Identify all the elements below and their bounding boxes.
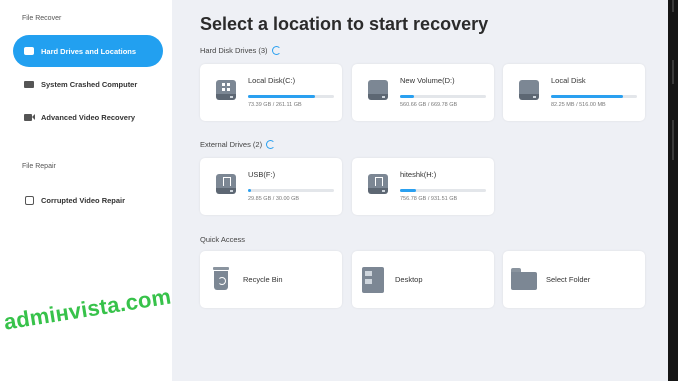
hard-drive-icon <box>23 46 35 56</box>
external-drives-title: External Drives (2) <box>200 140 263 149</box>
external-drives-header: External Drives (2) <box>200 140 276 149</box>
quick-access-title: Quick Access <box>200 235 246 244</box>
drive-name: USB(F:) <box>248 170 276 179</box>
sidebar-item-hard-drives[interactable]: Hard Drives and Locations <box>13 35 163 67</box>
video-repair-icon <box>23 195 35 205</box>
drive-card-usb-f[interactable]: USB(F:) 29.85 GB / 30.00 GB <box>200 158 342 215</box>
usage-bar <box>248 95 334 98</box>
drive-name: Local Disk <box>551 76 586 85</box>
quick-access-label: Recycle Bin <box>243 275 283 284</box>
refresh-icon[interactable] <box>266 140 276 149</box>
hard-drive-icon <box>368 80 388 102</box>
drive-size: 82.25 MB / 516.00 MB <box>551 102 606 108</box>
section-file-repair: File Repair <box>22 163 56 170</box>
folder-icon <box>511 268 537 290</box>
drive-size: 756.78 GB / 931.51 GB <box>400 196 458 202</box>
hard-disk-title: Hard Disk Drives (3) <box>200 46 268 55</box>
desktop-icon <box>362 267 384 293</box>
quick-access-desktop[interactable]: Desktop <box>352 251 494 308</box>
sidebar-item-label: Corrupted Video Repair <box>41 195 126 205</box>
quick-access-label: Select Folder <box>546 275 591 284</box>
monitor-icon <box>23 79 35 89</box>
usage-bar <box>400 189 486 192</box>
quick-access-label: Desktop <box>395 275 423 284</box>
drive-name: hiteshk(H:) <box>400 170 437 179</box>
drive-size: 73.39 GB / 261.11 GB <box>248 102 302 108</box>
usage-bar <box>551 95 637 98</box>
drive-card-c[interactable]: Local Disk(C:) 73.39 GB / 261.11 GB <box>200 64 342 121</box>
sidebar-item-label: Hard Drives and Locations <box>41 46 137 56</box>
drive-card-d[interactable]: New Volume(D:) 560.66 GB / 669.78 GB <box>352 64 494 121</box>
drive-card-hiteshk-h[interactable]: hiteshk(H:) 756.78 GB / 931.51 GB <box>352 158 494 215</box>
drive-name: Local Disk(C:) <box>248 76 296 85</box>
sidebar-item-label: Advanced Video Recovery <box>41 112 136 122</box>
drive-size: 560.66 GB / 669.78 GB <box>400 102 458 108</box>
sidebar-item-system-crashed[interactable]: System Crashed Computer <box>13 68 163 100</box>
drive-size: 29.85 GB / 30.00 GB <box>248 196 300 202</box>
refresh-icon[interactable] <box>271 46 281 55</box>
recycle-bin-icon <box>212 267 230 291</box>
quick-access-select-folder[interactable]: Select Folder <box>503 251 645 308</box>
section-file-recover: File Recover <box>22 15 62 22</box>
sidebar-item-corrupted-video[interactable]: Corrupted Video Repair <box>13 184 163 216</box>
quick-access-header: Quick Access <box>200 235 245 244</box>
drive-card-local[interactable]: Local Disk 82.25 MB / 516.00 MB <box>503 64 645 121</box>
usage-bar <box>248 189 334 192</box>
hard-disk-header: Hard Disk Drives (3) <box>200 46 281 55</box>
windows-drive-icon <box>216 80 236 102</box>
sidebar-item-advanced-video[interactable]: Advanced Video Recovery <box>13 101 163 133</box>
usb-drive-icon <box>368 174 388 196</box>
drive-name: New Volume(D:) <box>400 76 455 85</box>
window-edge <box>668 0 678 381</box>
hard-drive-icon <box>519 80 539 102</box>
usb-drive-icon <box>216 174 236 196</box>
quick-access-recycle-bin[interactable]: Recycle Bin <box>200 251 342 308</box>
video-camera-icon <box>23 112 35 122</box>
sidebar-item-label: System Crashed Computer <box>41 79 138 89</box>
usage-bar <box>400 95 486 98</box>
page-title: Select a location to start recovery <box>200 14 489 34</box>
